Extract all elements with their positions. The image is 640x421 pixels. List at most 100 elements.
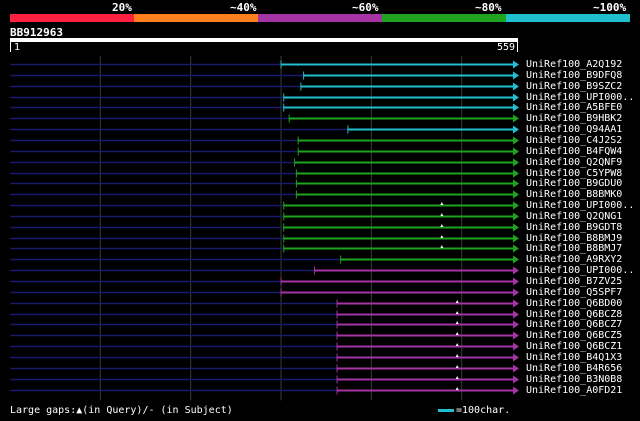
hit-end-arrow	[513, 353, 519, 362]
hit-track[interactable]	[10, 266, 519, 275]
hit-track[interactable]	[10, 364, 519, 373]
hit-label[interactable]: UniRef100_B9GDT8	[526, 222, 622, 233]
hit-label[interactable]: UniRef100_Q6BCZ7	[526, 319, 622, 330]
query-gap-marker	[455, 321, 459, 324]
hit-label[interactable]: UniRef100_B8BMK0	[526, 189, 622, 200]
hit-label[interactable]: UniRef100_Q5SPF7	[526, 287, 622, 298]
hit-label[interactable]: UniRef100_Q6BCZ1	[526, 341, 622, 352]
hit-label[interactable]: UniRef100_B4R656	[526, 363, 622, 374]
hit-end-arrow	[513, 125, 519, 134]
gaps-legend: Large gaps:▲(in Query)/- (in Subject)	[10, 405, 233, 416]
hit-label[interactable]: UniRef100_A5BFE0	[526, 102, 622, 113]
hit-track[interactable]	[10, 331, 519, 340]
hit-end-arrow	[513, 375, 519, 384]
hit-label[interactable]: UniRef100_Q2QNG1	[526, 211, 622, 222]
hit-end-arrow	[513, 244, 519, 253]
hit-end-arrow	[513, 277, 519, 286]
query-gap-marker	[455, 354, 459, 357]
hit-end-arrow	[513, 114, 519, 123]
hit-track[interactable]	[10, 234, 519, 243]
hit-end-arrow	[513, 342, 519, 351]
hit-track[interactable]	[10, 114, 519, 123]
query-gap-marker	[440, 213, 444, 216]
hit-end-arrow	[513, 60, 519, 69]
hit-label[interactable]: UniRef100_UPI000..	[526, 200, 634, 211]
hit-label[interactable]: UniRef100_C4J2S2	[526, 135, 622, 146]
hit-end-arrow	[513, 320, 519, 329]
hit-track[interactable]	[10, 353, 519, 362]
hit-track[interactable]	[10, 82, 519, 91]
hit-end-arrow	[513, 255, 519, 264]
query-gap-marker	[440, 245, 444, 248]
hit-end-arrow	[513, 147, 519, 156]
hit-end-arrow	[513, 212, 519, 221]
hit-track[interactable]	[10, 136, 519, 145]
hit-track[interactable]	[10, 190, 519, 199]
hit-track[interactable]	[10, 310, 519, 319]
hit-track[interactable]	[10, 103, 519, 112]
hit-label[interactable]: UniRef100_A2Q192	[526, 59, 622, 70]
hit-track[interactable]	[10, 320, 519, 329]
hit-label[interactable]: UniRef100_B4Q1X3	[526, 352, 622, 363]
hit-track[interactable]	[10, 147, 519, 156]
hit-track[interactable]	[10, 93, 519, 102]
hit-end-arrow	[513, 103, 519, 112]
hit-track[interactable]	[10, 375, 519, 384]
hit-end-arrow	[513, 234, 519, 243]
scale-legend: =100char.	[438, 405, 510, 416]
hit-end-arrow	[513, 331, 519, 340]
hit-track[interactable]	[10, 60, 519, 69]
hit-label[interactable]: UniRef100_B8BMJ7	[526, 243, 622, 254]
hit-label[interactable]: UniRef100_B7ZV25	[526, 276, 622, 287]
hit-label[interactable]: UniRef100_A0FD21	[526, 385, 622, 396]
hit-label[interactable]: UniRef100_B9HBK2	[526, 113, 622, 124]
hit-track[interactable]	[10, 201, 519, 210]
hit-end-arrow	[513, 82, 519, 91]
hit-track[interactable]	[10, 125, 519, 134]
hit-end-arrow	[513, 93, 519, 102]
hit-track[interactable]	[10, 299, 519, 308]
query-gap-marker	[455, 343, 459, 346]
hit-label[interactable]: UniRef100_Q6BCZ5	[526, 330, 622, 341]
query-gap-marker	[440, 235, 444, 238]
hit-label[interactable]: UniRef100_B3N0B8	[526, 374, 622, 385]
query-gap-marker	[440, 202, 444, 205]
query-gap-marker	[455, 387, 459, 390]
query-gap-marker	[440, 224, 444, 227]
hit-track[interactable]	[10, 288, 519, 297]
hit-label[interactable]: UniRef100_UPI000..	[526, 265, 634, 276]
hit-track[interactable]	[10, 277, 519, 286]
hit-label[interactable]: UniRef100_Q2QNF9	[526, 157, 622, 168]
hit-end-arrow	[513, 266, 519, 275]
query-gap-marker	[455, 332, 459, 335]
hit-track[interactable]	[10, 223, 519, 232]
hit-label[interactable]: UniRef100_Q6BD00	[526, 298, 622, 309]
hit-label[interactable]: UniRef100_B9DFQ8	[526, 70, 622, 81]
hit-end-arrow	[513, 179, 519, 188]
hit-label[interactable]: UniRef100_A9RXY2	[526, 254, 622, 265]
hit-track[interactable]	[10, 179, 519, 188]
query-gap-marker	[455, 365, 459, 368]
query-gap-marker	[455, 376, 459, 379]
query-gap-marker	[455, 311, 459, 314]
hit-end-arrow	[513, 190, 519, 199]
hit-label[interactable]: UniRef100_Q94AA1	[526, 124, 622, 135]
hit-label[interactable]: UniRef100_B9SZC2	[526, 81, 622, 92]
scale-swatch	[438, 408, 454, 412]
hit-label[interactable]: UniRef100_B9GDU0	[526, 178, 622, 189]
hit-end-arrow	[513, 169, 519, 178]
hit-track[interactable]	[10, 255, 519, 264]
hit-end-arrow	[513, 71, 519, 80]
hit-end-arrow	[513, 158, 519, 167]
hit-track[interactable]	[10, 71, 519, 80]
scale-label: =100char.	[456, 405, 511, 416]
hit-track[interactable]	[10, 212, 519, 221]
hit-track[interactable]	[10, 158, 519, 167]
hit-track[interactable]	[10, 169, 519, 178]
hit-end-arrow	[513, 310, 519, 319]
hit-end-arrow	[513, 299, 519, 308]
hit-label[interactable]: UniRef100_B4FQW4	[526, 146, 622, 157]
hit-track[interactable]	[10, 244, 519, 253]
hit-track[interactable]	[10, 386, 519, 395]
hit-track[interactable]	[10, 342, 519, 351]
